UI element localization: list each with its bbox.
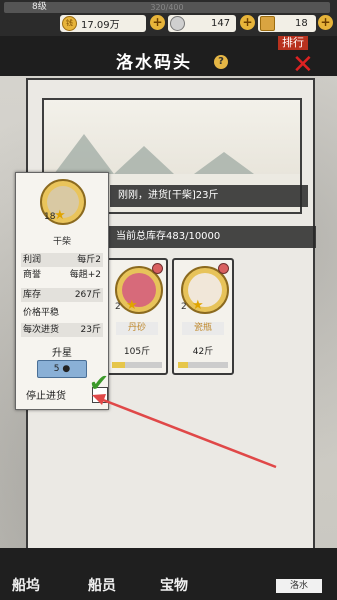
nav-treasure-button[interactable]: 宝物 xyxy=(160,575,188,595)
location-button[interactable]: 洛水 xyxy=(276,579,322,593)
nav-shipyard-button[interactable]: 船坞 xyxy=(12,575,40,595)
arrow-line xyxy=(97,396,277,469)
arrow-head xyxy=(92,394,106,405)
nav-crew-button[interactable]: 船员 xyxy=(88,575,116,595)
annotation-arrow xyxy=(92,394,277,469)
